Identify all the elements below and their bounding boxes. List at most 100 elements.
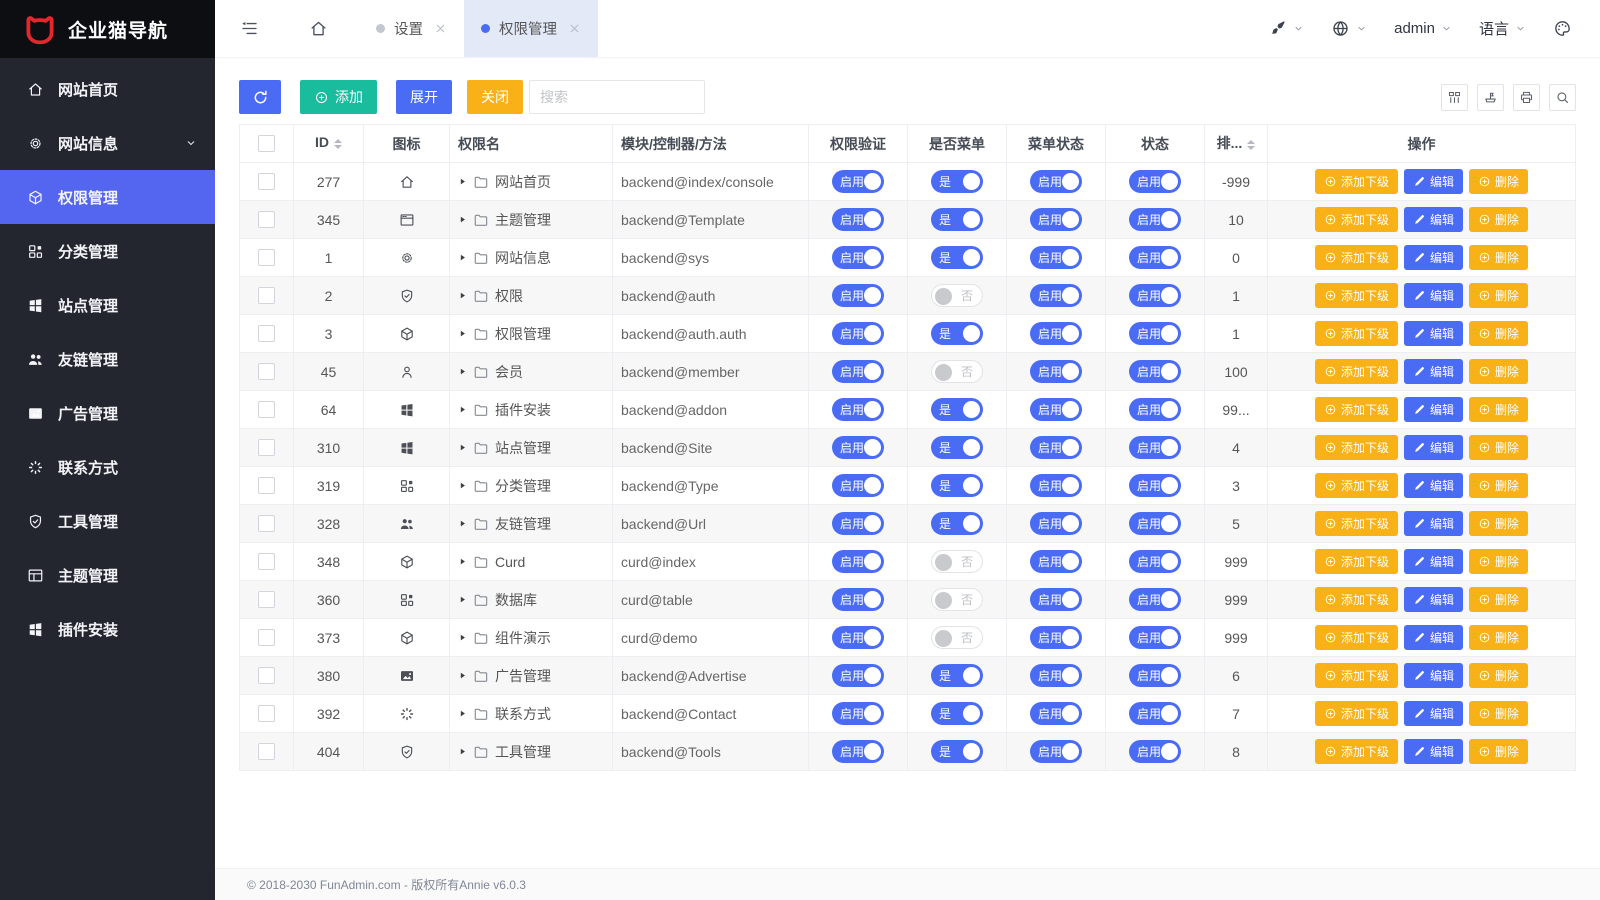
row-checkbox[interactable] — [258, 249, 275, 266]
sidebar-item[interactable]: 广告管理 — [0, 386, 215, 440]
is-menu-toggle[interactable]: 是 — [931, 436, 983, 459]
menu-status-toggle[interactable]: 启用 — [1030, 398, 1082, 421]
is-menu-toggle[interactable]: 否 — [931, 626, 983, 649]
status-toggle[interactable]: 启用 — [1129, 360, 1181, 383]
sidebar-item[interactable]: 网站首页 — [0, 62, 215, 116]
auth-toggle[interactable]: 启用 — [832, 322, 884, 345]
auth-toggle[interactable]: 启用 — [832, 246, 884, 269]
refresh-button[interactable] — [239, 80, 281, 114]
sort-icon[interactable] — [1247, 136, 1255, 154]
expand-caret-icon[interactable] — [458, 633, 467, 642]
expand-caret-icon[interactable] — [458, 177, 467, 186]
status-toggle[interactable]: 启用 — [1129, 550, 1181, 573]
row-checkbox[interactable] — [258, 667, 275, 684]
add-child-button[interactable]: 添加下级 — [1315, 435, 1398, 460]
permission-name[interactable]: 站点管理 — [458, 438, 604, 458]
row-checkbox[interactable] — [258, 705, 275, 722]
edit-button[interactable]: 编辑 — [1404, 283, 1463, 308]
expand-caret-icon[interactable] — [458, 405, 467, 414]
menu-status-toggle[interactable]: 启用 — [1030, 740, 1082, 763]
row-checkbox[interactable] — [258, 363, 275, 380]
permission-name[interactable]: 网站首页 — [458, 172, 604, 192]
edit-button[interactable]: 编辑 — [1404, 169, 1463, 194]
add-child-button[interactable]: 添加下级 — [1315, 397, 1398, 422]
is-menu-toggle[interactable]: 否 — [931, 284, 983, 307]
edit-button[interactable]: 编辑 — [1404, 701, 1463, 726]
expand-caret-icon[interactable] — [458, 747, 467, 756]
columns-button[interactable] — [1441, 84, 1468, 111]
add-child-button[interactable]: 添加下级 — [1315, 207, 1398, 232]
sidebar-item[interactable]: 友链管理 — [0, 332, 215, 386]
is-menu-toggle[interactable]: 是 — [931, 246, 983, 269]
status-toggle[interactable]: 启用 — [1129, 170, 1181, 193]
permission-name[interactable]: 工具管理 — [458, 742, 604, 762]
edit-button[interactable]: 编辑 — [1404, 587, 1463, 612]
status-toggle[interactable]: 启用 — [1129, 436, 1181, 459]
permission-name[interactable]: 会员 — [458, 362, 604, 382]
status-toggle[interactable]: 启用 — [1129, 588, 1181, 611]
add-child-button[interactable]: 添加下级 — [1315, 169, 1398, 194]
edit-button[interactable]: 编辑 — [1404, 663, 1463, 688]
auth-toggle[interactable]: 启用 — [832, 208, 884, 231]
delete-button[interactable]: 删除 — [1469, 359, 1528, 384]
select-all-checkbox[interactable] — [258, 135, 275, 152]
delete-button[interactable]: 删除 — [1469, 473, 1528, 498]
expand-caret-icon[interactable] — [458, 595, 467, 604]
menu-status-toggle[interactable]: 启用 — [1030, 322, 1082, 345]
add-child-button[interactable]: 添加下级 — [1315, 701, 1398, 726]
menu-status-toggle[interactable]: 启用 — [1030, 512, 1082, 535]
print-button[interactable] — [1513, 84, 1540, 111]
clear-cache-menu[interactable] — [1268, 19, 1304, 38]
menu-status-toggle[interactable]: 启用 — [1030, 208, 1082, 231]
delete-button[interactable]: 删除 — [1469, 663, 1528, 688]
add-button[interactable]: 添加 — [300, 80, 377, 114]
status-toggle[interactable]: 启用 — [1129, 322, 1181, 345]
menu-status-toggle[interactable]: 启用 — [1030, 664, 1082, 687]
permission-name[interactable]: Curd — [458, 554, 604, 570]
auth-toggle[interactable]: 启用 — [832, 702, 884, 725]
menu-status-toggle[interactable]: 启用 — [1030, 246, 1082, 269]
add-child-button[interactable]: 添加下级 — [1315, 587, 1398, 612]
menu-status-toggle[interactable]: 启用 — [1030, 436, 1082, 459]
menu-status-toggle[interactable]: 启用 — [1030, 550, 1082, 573]
auth-toggle[interactable]: 启用 — [832, 436, 884, 459]
row-checkbox[interactable] — [258, 515, 275, 532]
permission-name[interactable]: 数据库 — [458, 590, 604, 610]
auth-toggle[interactable]: 启用 — [832, 626, 884, 649]
permission-name[interactable]: 权限管理 — [458, 324, 604, 344]
expand-caret-icon[interactable] — [458, 443, 467, 452]
delete-button[interactable]: 删除 — [1469, 701, 1528, 726]
sidebar-item[interactable]: 联系方式 — [0, 440, 215, 494]
menu-status-toggle[interactable]: 启用 — [1030, 474, 1082, 497]
add-child-button[interactable]: 添加下级 — [1315, 283, 1398, 308]
export-button[interactable] — [1477, 84, 1504, 111]
status-toggle[interactable]: 启用 — [1129, 246, 1181, 269]
is-menu-toggle[interactable]: 是 — [931, 740, 983, 763]
sidebar-item[interactable]: 网站信息 — [0, 116, 215, 170]
status-toggle[interactable]: 启用 — [1129, 398, 1181, 421]
tab-close-icon[interactable] — [434, 22, 447, 35]
edit-button[interactable]: 编辑 — [1404, 245, 1463, 270]
menu-status-toggle[interactable]: 启用 — [1030, 360, 1082, 383]
is-menu-toggle[interactable]: 是 — [931, 208, 983, 231]
permission-name[interactable]: 权限 — [458, 286, 604, 306]
auth-toggle[interactable]: 启用 — [832, 284, 884, 307]
row-checkbox[interactable] — [258, 401, 275, 418]
status-toggle[interactable]: 启用 — [1129, 284, 1181, 307]
edit-button[interactable]: 编辑 — [1404, 321, 1463, 346]
expand-caret-icon[interactable] — [458, 253, 467, 262]
is-menu-toggle[interactable]: 是 — [931, 398, 983, 421]
is-menu-toggle[interactable]: 是 — [931, 170, 983, 193]
sort-icon[interactable] — [334, 135, 342, 153]
menu-status-toggle[interactable]: 启用 — [1030, 588, 1082, 611]
sidebar-item[interactable]: 分类管理 — [0, 224, 215, 278]
expand-caret-icon[interactable] — [458, 557, 467, 566]
row-checkbox[interactable] — [258, 211, 275, 228]
menu-status-toggle[interactable]: 启用 — [1030, 284, 1082, 307]
tab[interactable]: 设置 — [359, 0, 464, 57]
fold-sidebar-button[interactable] — [215, 0, 284, 57]
is-menu-toggle[interactable]: 是 — [931, 512, 983, 535]
row-checkbox[interactable] — [258, 553, 275, 570]
auth-toggle[interactable]: 启用 — [832, 550, 884, 573]
status-toggle[interactable]: 启用 — [1129, 512, 1181, 535]
